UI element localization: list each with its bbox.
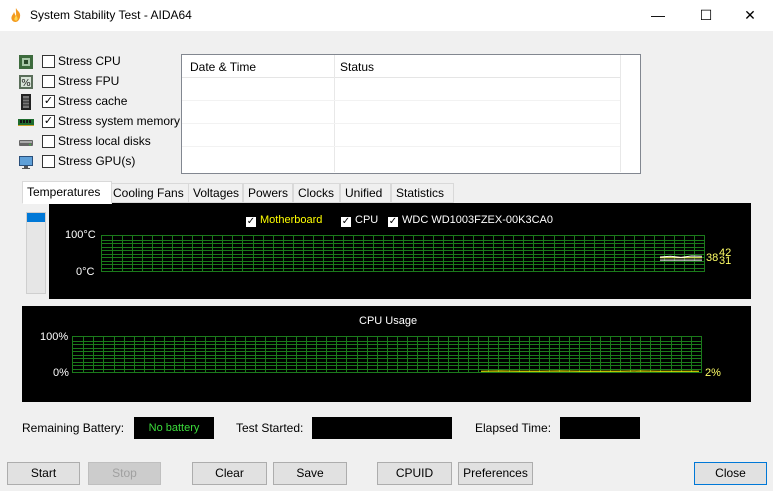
cpuid-button[interactable]: CPUID — [377, 462, 452, 485]
legend-cpu-checkbox[interactable]: ✓ — [341, 217, 351, 227]
cpu-y-max-label: 100% — [40, 331, 69, 343]
stress-gpu-checkbox[interactable] — [42, 155, 55, 168]
temp-y-min-label: 0°C — [76, 266, 95, 278]
window-title: System Stability Test - AIDA64 — [30, 8, 192, 22]
stress-cpu-checkbox[interactable] — [42, 55, 55, 68]
stress-system-memory-checkbox[interactable]: ✓ — [42, 115, 55, 128]
stress-local-disks-label: Stress local disks — [58, 134, 151, 148]
test-started-value — [312, 417, 452, 439]
legend-motherboard-checkbox[interactable]: ✓ — [246, 217, 256, 227]
stress-gpu-label: Stress GPU(s) — [58, 154, 136, 168]
minimize-button[interactable]: — — [635, 0, 681, 31]
clear-button[interactable]: Clear — [192, 462, 267, 485]
save-button[interactable]: Save — [273, 462, 347, 485]
log-header: Date & Time Status — [182, 55, 620, 78]
legend-disk-checkbox[interactable]: ✓ — [388, 217, 398, 227]
grid-lines — [73, 337, 701, 372]
ram-module-icon — [18, 119, 34, 126]
close-button[interactable]: Close — [694, 462, 767, 485]
close-window-button[interactable]: ✕ — [727, 0, 773, 31]
legend-motherboard-label: Motherboard — [260, 214, 323, 226]
tab-clocks[interactable]: Clocks — [293, 183, 340, 203]
cpu-y-min-label: 0% — [53, 367, 69, 379]
temp-y-max-label: 100°C — [65, 229, 96, 241]
grid-lines — [102, 236, 704, 271]
stop-button[interactable]: Stop — [88, 462, 161, 485]
log-column-date-time[interactable]: Date & Time — [190, 60, 256, 74]
elapsed-time-label: Elapsed Time: — [475, 421, 552, 435]
cpu-usage-graph: CPU Usage 100% 0% 2% — [22, 306, 751, 402]
sensor-selected-item[interactable] — [27, 213, 45, 222]
log-column-divider — [334, 55, 335, 172]
remaining-battery-value: No battery — [134, 417, 214, 439]
tab-statistics[interactable]: Statistics — [391, 183, 454, 203]
legend-disk[interactable]: ✓ WDC WD1003FZEX-00K3CA0 — [388, 214, 553, 228]
preferences-button[interactable]: Preferences — [458, 462, 533, 485]
stress-local-disks-checkbox[interactable] — [42, 135, 55, 148]
aida64-flame-icon — [11, 8, 21, 22]
temperatures-panel: ✓ Motherboard ✓ CPU ✓ WDC WD1003FZEX-00K3CA… — [22, 202, 751, 302]
stress-cpu-label: Stress CPU — [58, 54, 121, 68]
stress-cache-label: Stress cache — [58, 94, 128, 108]
test-log-list[interactable]: Date & Time Status — [181, 54, 641, 174]
hard-disk-icon — [19, 140, 33, 146]
stress-fpu-label: Stress FPU — [58, 74, 120, 88]
maximize-button[interactable]: ☐ — [683, 0, 729, 31]
temperature-graph: ✓ Motherboard ✓ CPU ✓ WDC WD1003FZEX-00K3CA… — [49, 203, 751, 299]
temperature-grid — [101, 235, 705, 272]
start-button[interactable]: Start — [7, 462, 80, 485]
log-row-line — [182, 123, 620, 124]
cpu-usage-title: CPU Usage — [359, 315, 418, 327]
elapsed-time-value — [560, 417, 640, 439]
tab-voltages[interactable]: Voltages — [188, 183, 243, 203]
legend-motherboard[interactable]: ✓ Motherboard — [246, 214, 322, 228]
tab-temperatures[interactable]: Temperatures — [22, 181, 112, 204]
legend-disk-label: WDC WD1003FZEX-00K3CA0 — [402, 214, 553, 226]
fpu-percent-icon: % — [19, 75, 33, 89]
monitor-gpu-icon — [19, 156, 33, 169]
legend-cpu[interactable]: ✓ CPU — [341, 214, 378, 228]
tab-unified[interactable]: Unified — [340, 183, 391, 203]
remaining-battery-label: Remaining Battery: — [22, 421, 125, 435]
log-column-divider — [620, 55, 621, 172]
stress-cache-checkbox[interactable]: ✓ — [42, 95, 55, 108]
title-bar: System Stability Test - AIDA64 — ☐ ✕ — [0, 0, 773, 31]
tab-powers[interactable]: Powers — [243, 183, 293, 203]
test-started-label: Test Started: — [236, 421, 304, 435]
tab-cooling-fans[interactable]: Cooling Fans — [108, 183, 190, 203]
stress-system-memory-label: Stress system memory — [58, 114, 181, 128]
temp-value-motherboard: 38 — [706, 252, 719, 264]
window-client-area: Stress CPU % Stress FPU ✓ Stress cache ✓… — [0, 31, 773, 491]
svg-text:%: % — [21, 78, 31, 89]
cache-memory-icon — [21, 94, 31, 110]
stress-fpu-checkbox[interactable] — [42, 75, 55, 88]
cpu-usage-value: 2% — [705, 367, 721, 379]
temp-value-disk: 31 — [719, 255, 732, 267]
sensor-selector-list[interactable] — [26, 212, 46, 294]
log-row-line — [182, 100, 620, 101]
cpu-chip-icon — [19, 55, 33, 69]
log-column-status[interactable]: Status — [340, 60, 374, 74]
cpu-usage-grid — [72, 336, 702, 373]
log-row-line — [182, 146, 620, 147]
legend-cpu-label: CPU — [355, 214, 379, 226]
